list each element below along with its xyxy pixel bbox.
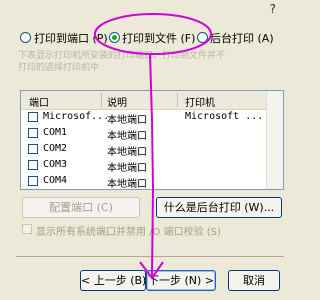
pink-annotation-overlay	[94, 13, 212, 280]
highlight-circle	[94, 13, 212, 55]
annotation-arrow-line	[149, 53, 155, 277]
